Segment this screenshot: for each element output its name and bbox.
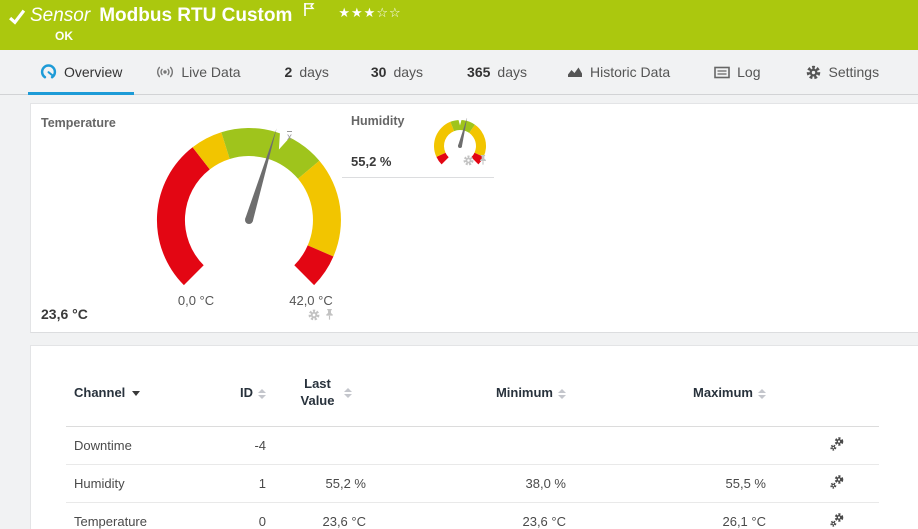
sort-icon: [258, 388, 266, 399]
channel-settings-gears-icon[interactable]: [829, 474, 845, 493]
channel-maximum: 55,5 %: [574, 464, 774, 503]
tab-number: 365: [467, 64, 491, 80]
channel-id: -4: [226, 426, 274, 465]
tab-number: 30: [370, 64, 387, 80]
channels-table-panel: Channel ID Last Value Minimum Maximum Do…: [30, 345, 918, 529]
average-marker-label: x: [287, 132, 292, 143]
sort-desc-icon: [132, 391, 141, 397]
live-signal-icon: [156, 65, 174, 79]
channel-name: Temperature: [66, 502, 226, 529]
status-check-icon: [8, 8, 26, 31]
sensor-overview-page: Sensor Modbus RTU Custom ★★★☆☆ OK Overvi…: [0, 0, 918, 529]
object-kind-label: Sensor: [30, 5, 91, 26]
channel-settings-gears-icon[interactable]: [829, 436, 845, 455]
tab-label: Log: [737, 64, 761, 80]
priority-stars[interactable]: ★★★☆☆: [338, 6, 401, 21]
sort-icon: [558, 388, 566, 399]
tab-label: days: [299, 64, 329, 80]
channel-id: 0: [226, 502, 274, 529]
sensor-title: Modbus RTU Custom: [99, 5, 293, 26]
priority-flag-icon[interactable]: [303, 2, 315, 22]
channel-name: Downtime: [66, 426, 226, 465]
tab-2-days[interactable]: 2 days: [273, 50, 341, 94]
tab-365-days[interactable]: 365 days: [455, 50, 539, 94]
gauge-min-label: 0,0 °C: [177, 293, 215, 308]
temperature-gauge-tile[interactable]: Temperature x 0,0 °C 42,0 °C 23,6 °C: [31, 104, 341, 332]
tab-overview[interactable]: Overview: [28, 50, 135, 95]
humidity-gauge-tile[interactable]: Humidity 55,2 %: [342, 104, 494, 178]
tab-label: Live Data: [181, 64, 241, 80]
gear-icon: [806, 65, 821, 80]
column-label: ID: [240, 385, 253, 401]
gauge-title: Temperature: [41, 116, 116, 130]
tab-label: days: [393, 64, 424, 80]
gauges-panel: Temperature x 0,0 °C 42,0 °C 23,6 °C Hum…: [30, 103, 918, 333]
channels-table: Channel ID Last Value Minimum Maximum Do…: [66, 346, 879, 529]
gauge-settings-gear-icon[interactable]: [463, 153, 474, 171]
table-header-row: Channel ID Last Value Minimum Maximum: [66, 346, 879, 427]
sensor-tab-bar: Overview Live Data 2 days 30 days 365 da…: [0, 50, 918, 95]
channel-id: 1: [226, 464, 274, 503]
column-header-maximum[interactable]: Maximum: [574, 346, 774, 427]
tab-historic-data[interactable]: Historic Data: [555, 50, 682, 94]
channel-minimum: 23,6 °C: [374, 502, 574, 529]
tab-label: Historic Data: [589, 64, 671, 80]
tab-live-data[interactable]: Live Data: [144, 50, 252, 94]
column-header-actions: [774, 346, 879, 427]
column-header-minimum[interactable]: Minimum: [374, 346, 574, 427]
temperature-gauge: [137, 112, 361, 302]
channel-actions: [774, 426, 879, 465]
tab-number: 2: [284, 64, 293, 80]
sensor-status-banner: Sensor Modbus RTU Custom ★★★☆☆ OK: [0, 0, 918, 50]
pin-gauge-icon[interactable]: [478, 153, 488, 171]
column-header-channel[interactable]: Channel: [66, 346, 226, 427]
channel-actions: [774, 464, 879, 503]
column-header-id[interactable]: ID: [226, 346, 274, 427]
humidity-current-value: 55,2 %: [351, 154, 392, 169]
sort-icon: [758, 388, 766, 399]
column-header-last-value[interactable]: Last Value: [274, 346, 374, 427]
pin-gauge-icon[interactable]: [324, 308, 335, 326]
gauge-icon: [40, 64, 57, 80]
column-label: Channel: [74, 385, 126, 401]
gauge-max-label: 42,0 °C: [289, 293, 333, 308]
table-row: Humidity 1 55,2 % 38,0 % 55,5 %: [66, 464, 879, 503]
temperature-current-value: 23,6 °C: [41, 306, 88, 322]
table-row: Temperature 0 23,6 °C 23,6 °C 26,1 °C: [66, 502, 879, 529]
log-list-icon: [714, 66, 730, 79]
channel-maximum: 26,1 °C: [574, 502, 774, 529]
channel-actions: [774, 502, 879, 529]
column-label: Minimum: [495, 385, 553, 401]
channel-name: Humidity: [66, 464, 226, 503]
channel-minimum: [374, 426, 574, 465]
table-row: Downtime -4: [66, 426, 879, 465]
column-label: Maximum: [693, 385, 753, 401]
column-label: Last Value: [300, 376, 335, 408]
channel-last-value: 55,2 %: [274, 464, 374, 503]
channel-minimum: 38,0 %: [374, 464, 574, 503]
tab-label: days: [497, 64, 527, 80]
tab-30-days[interactable]: 30 days: [359, 50, 435, 94]
tab-settings[interactable]: Settings: [794, 50, 891, 94]
tab-label: Settings: [828, 64, 880, 80]
sort-icon: [343, 387, 352, 398]
channel-maximum: [574, 426, 774, 465]
channel-last-value: 23,6 °C: [274, 502, 374, 529]
area-chart-icon: [567, 65, 583, 79]
sensor-status-text: OK: [55, 29, 73, 43]
gauge-settings-gear-icon[interactable]: [308, 308, 320, 326]
gauge-title: Humidity: [351, 114, 405, 128]
channel-settings-gears-icon[interactable]: [829, 512, 845, 529]
channel-last-value: [274, 426, 374, 465]
tab-label: Overview: [64, 64, 123, 80]
tab-log[interactable]: Log: [702, 50, 772, 94]
